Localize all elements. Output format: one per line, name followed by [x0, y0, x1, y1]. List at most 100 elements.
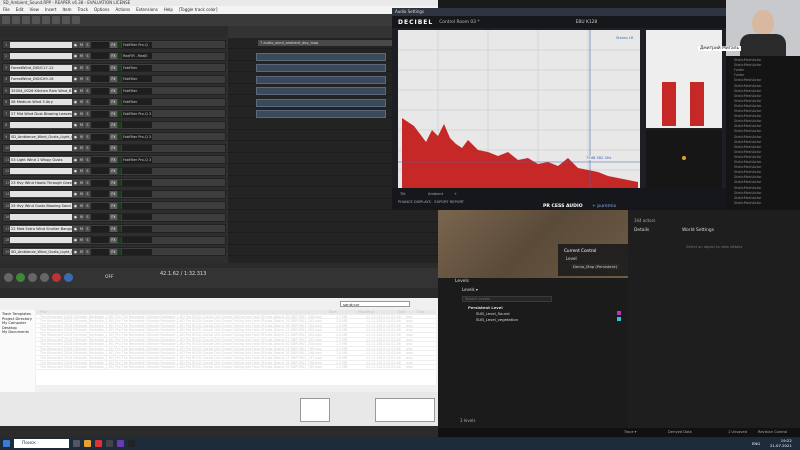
fx-button[interactable]: FX — [110, 122, 117, 128]
mute-button[interactable]: M — [79, 76, 84, 82]
column-title[interactable]: Title — [416, 310, 436, 314]
track-row[interactable]: 17 22 Med Extra Wind Shutter Bangs ● M S FX — [2, 224, 226, 233]
menu-item-3[interactable]: Insert — [45, 6, 56, 14]
mute-button[interactable]: M — [79, 99, 84, 105]
track-routing[interactable] — [91, 76, 109, 82]
sidebar-item[interactable]: Track Templates — [2, 312, 33, 317]
outliner-item[interactable]: StaticMeshActor — [734, 160, 762, 164]
solo-button[interactable]: S — [85, 133, 90, 140]
record-arm-button[interactable]: ● — [73, 156, 78, 163]
outliner-item[interactable]: StaticMeshActor — [734, 186, 762, 190]
rewind-button[interactable] — [4, 273, 13, 282]
track-routing[interactable] — [91, 202, 109, 209]
solo-button[interactable]: S — [85, 191, 90, 197]
outliner-item[interactable]: StaticMeshActor — [734, 94, 762, 98]
track-routing[interactable] — [91, 225, 109, 232]
mute-button[interactable]: M — [79, 191, 84, 197]
track-name[interactable] — [10, 214, 72, 220]
redo-icon[interactable] — [42, 16, 50, 24]
record-arm-button[interactable]: ● — [73, 168, 78, 174]
mute-button[interactable]: M — [79, 202, 84, 209]
fx-slot[interactable]: FabFilter Pro-Q 3 — [122, 133, 152, 140]
record-arm-button[interactable]: ● — [73, 133, 78, 140]
fx-slot[interactable]: FabFilter — [122, 64, 152, 71]
track-name[interactable] — [10, 53, 72, 59]
menu-item-8[interactable]: Extensions — [136, 6, 158, 14]
menu-item-6[interactable]: Options — [94, 6, 109, 14]
track-row[interactable]: 14 ● M S FX — [2, 189, 226, 199]
fx-button[interactable]: FX — [110, 202, 117, 209]
outliner-item[interactable]: StaticMeshActor — [734, 84, 762, 88]
track-row[interactable]: 15 25 Hvy Wind Gusts Blowing Sand ● M S FX — [2, 201, 226, 210]
level-value[interactable]: Demo_Map (Persistent) — [571, 264, 620, 269]
track-name[interactable] — [10, 168, 72, 174]
menu-item-10[interactable]: [Toggle track color] — [179, 6, 218, 14]
menu-item-4[interactable]: Item — [62, 6, 71, 14]
outliner-item[interactable]: Folder — [734, 73, 744, 77]
track-routing[interactable] — [91, 99, 109, 105]
record-arm-button[interactable]: ● — [73, 53, 78, 59]
record-arm-button[interactable]: ● — [73, 76, 78, 82]
status-revision-control[interactable]: Revision Control — [758, 428, 787, 437]
record-arm-button[interactable]: ● — [73, 214, 78, 220]
mute-button[interactable]: M — [79, 214, 84, 220]
arrange-lane[interactable] — [228, 236, 438, 245]
track-name[interactable]: 22 Med Extra Wind Shutter Bangs — [10, 225, 72, 232]
track-row[interactable]: 4 ForestWind_DIGIC09-16 ● M S FX FabFilter — [2, 74, 226, 84]
track-name[interactable]: 23 Hvy Wind Howls Through Grass — [10, 179, 72, 186]
track-row[interactable]: 5 35004_0026 Kitchen Rain Wind_B ● M S FX FabF… — [2, 86, 226, 95]
solo-button[interactable]: S — [85, 179, 90, 186]
footer-tab-add[interactable]: + — [454, 192, 457, 196]
track-row[interactable]: 12 ● M S FX — [2, 166, 226, 176]
footer-tab-tilt[interactable]: Tilt — [400, 192, 406, 196]
undo-icon[interactable] — [32, 16, 40, 24]
pause-button[interactable] — [40, 273, 49, 282]
media-item[interactable] — [256, 75, 386, 84]
track-row[interactable]: 8 ● M S FX — [2, 120, 226, 130]
track-routing[interactable] — [91, 145, 109, 151]
menu-item-9[interactable]: Help — [164, 6, 173, 14]
level-persistent[interactable]: Persistent Level — [468, 305, 503, 310]
track-routing[interactable] — [91, 64, 109, 71]
fx-button[interactable]: FX — [110, 133, 117, 140]
outliner-item[interactable]: StaticMeshActor — [734, 191, 762, 195]
track-row[interactable]: 3 ForestWind_DIGIC17-12 ● M S FX FabFilter — [2, 63, 226, 72]
details-tab[interactable]: Details — [634, 228, 649, 233]
record-arm-button[interactable]: ● — [73, 248, 78, 255]
task-view-icon[interactable] — [73, 440, 80, 447]
fx-slot[interactable] — [122, 168, 152, 174]
fx-slot[interactable] — [122, 225, 152, 232]
fx-slot[interactable] — [122, 237, 152, 243]
track-name[interactable] — [10, 191, 72, 197]
column-modified[interactable]: Modified — [358, 310, 397, 314]
mute-button[interactable]: M — [79, 41, 84, 48]
media-search-input[interactable]: sand;cor — [340, 301, 410, 307]
status-trace[interactable]: Trace ▾ — [624, 428, 636, 437]
fx-slot[interactable]: FabFilter Pro-Q 3 — [122, 156, 152, 163]
record-arm-button[interactable]: ● — [73, 179, 78, 186]
outliner-item[interactable]: StaticMeshActor — [734, 135, 762, 139]
track-name[interactable]: 03 Light Wind 1 Wispy Gusts — [10, 156, 72, 163]
fx-button[interactable]: FX — [110, 214, 117, 220]
outliner-item[interactable]: StaticMeshActor — [734, 58, 762, 62]
outliner-item[interactable]: StaticMeshActor — [734, 109, 762, 113]
fx-slot[interactable]: ReaFIR - ReaEl — [122, 53, 152, 59]
outliner-item[interactable]: StaticMeshActor — [734, 89, 762, 93]
mute-button[interactable]: M — [79, 64, 84, 71]
outliner-item[interactable]: StaticMeshActor — [734, 78, 762, 82]
loudness-standard[interactable]: EBU K128 — [576, 20, 598, 25]
track-name[interactable]: 35004_0026 Kitchen Rain Wind_B — [10, 87, 72, 94]
track-row[interactable]: 19SD_Ambience_Wind_Gusts_Light_Car_A16●M… — [2, 247, 226, 256]
waveform-preview-2[interactable] — [375, 398, 435, 422]
fx-slot[interactable] — [122, 122, 152, 128]
fx-button[interactable]: FX — [110, 156, 117, 163]
outliner-item[interactable]: StaticMeshActor — [734, 114, 762, 118]
arrange-lane[interactable] — [228, 247, 438, 256]
save-project-icon[interactable] — [22, 16, 30, 24]
menu-item-1[interactable]: Edit — [16, 6, 24, 14]
record-arm-button[interactable]: ● — [73, 145, 78, 151]
track-routing[interactable] — [91, 156, 109, 163]
fx-slot[interactable] — [122, 179, 152, 186]
track-row[interactable]: 18 ● M S FX — [2, 235, 226, 245]
grid-icon[interactable] — [52, 16, 60, 24]
